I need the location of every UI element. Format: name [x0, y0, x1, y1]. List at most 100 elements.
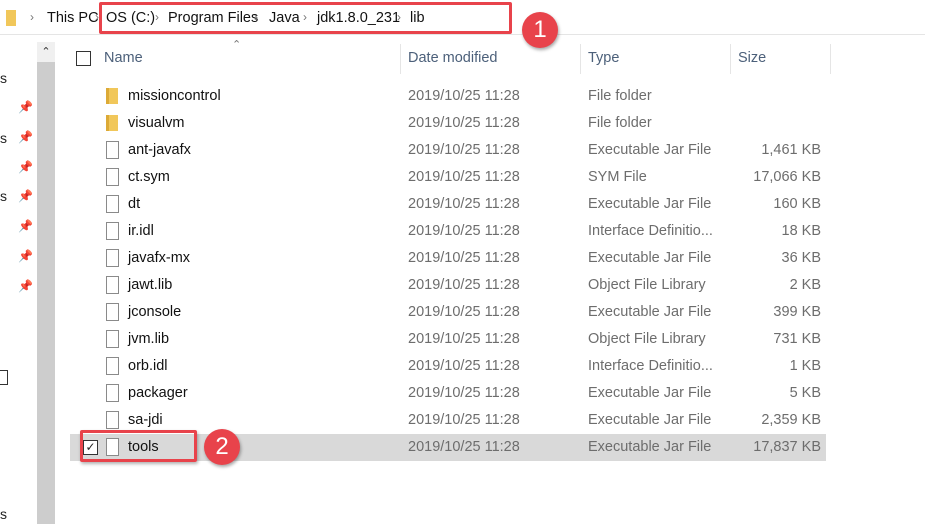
column-divider[interactable] [830, 44, 831, 74]
column-divider[interactable] [400, 44, 401, 74]
file-icon [106, 249, 119, 267]
file-size: 160 KB [773, 196, 821, 212]
nav-item-fragment[interactable]: s [0, 70, 7, 86]
highlight-box-path [99, 2, 512, 34]
pin-icon[interactable]: 📌 [18, 279, 33, 293]
file-type: Executable Jar File [588, 250, 712, 266]
pin-icon[interactable]: 📌 [18, 160, 33, 174]
file-icon [106, 357, 119, 375]
file-name: orb.idl [128, 358, 168, 374]
nav-item-fragment[interactable]: s [0, 506, 7, 522]
file-size: 399 KB [773, 304, 821, 320]
file-type: Interface Definitio... [588, 223, 713, 239]
file-row[interactable]: ir.idl 2019/10/25 11:28 Interface Definiti… [70, 218, 826, 245]
file-row[interactable]: ant-javafx 2019/10/25 11:28 Executable Jar… [70, 137, 826, 164]
file-row[interactable]: missioncontrol 2019/10/25 11:28 File folde… [70, 83, 826, 110]
file-type: Executable Jar File [588, 439, 712, 455]
nav-item-fragment[interactable]: s [0, 188, 7, 204]
file-date: 2019/10/25 11:28 [408, 196, 520, 212]
file-row[interactable]: jconsole 2019/10/25 11:28 Executable Jar F… [70, 299, 826, 326]
nav-item-fragment[interactable]: s [0, 130, 7, 146]
column-divider[interactable] [580, 44, 581, 74]
file-name: jawt.lib [128, 277, 173, 293]
file-type: File folder [588, 115, 652, 131]
nav-item-checkbox[interactable] [0, 370, 8, 385]
pin-icon[interactable]: 📌 [18, 219, 33, 233]
file-row[interactable]: jawt.lib 2019/10/25 11:28 Object File Libr… [70, 272, 826, 299]
nav-pane-scrollbar[interactable] [37, 42, 55, 524]
file-icon [106, 168, 119, 186]
column-header-name[interactable]: Name [104, 50, 143, 66]
file-row[interactable]: visualvm 2019/10/25 11:28 File folder [70, 110, 826, 137]
file-name: ant-javafx [128, 142, 191, 158]
file-row[interactable]: jvm.lib 2019/10/25 11:28 Object File Libra… [70, 326, 826, 353]
chevron-right-icon: › [30, 10, 34, 24]
file-name: missioncontrol [128, 88, 221, 104]
annotation-badge-1: 1 [522, 12, 558, 48]
file-type: Executable Jar File [588, 385, 712, 401]
file-type: SYM File [588, 169, 647, 185]
column-header-size[interactable]: Size [738, 50, 766, 66]
file-icon [106, 141, 119, 159]
file-row[interactable]: orb.idl 2019/10/25 11:28 Interface Definit… [70, 353, 826, 380]
file-name: ir.idl [128, 223, 154, 239]
file-size: 36 KB [781, 250, 822, 266]
pin-icon[interactable]: 📌 [18, 130, 33, 144]
column-header-type[interactable]: Type [588, 50, 619, 66]
file-size: 17,837 KB [753, 439, 821, 455]
file-date: 2019/10/25 11:28 [408, 88, 520, 104]
file-size: 731 KB [773, 331, 821, 347]
file-row[interactable]: ct.sym 2019/10/25 11:28 SYM File 17,066 KB [70, 164, 826, 191]
file-size: 1 KB [789, 358, 821, 374]
sort-ascending-icon: ⌃ [232, 39, 242, 51]
pin-icon[interactable]: 📌 [18, 249, 33, 263]
file-type: Executable Jar File [588, 304, 712, 320]
file-name: packager [128, 385, 188, 401]
file-row[interactable]: dt 2019/10/25 11:28 Executable Jar File 160… [70, 191, 826, 218]
folder-icon [6, 10, 16, 26]
file-date: 2019/10/25 11:28 [408, 304, 520, 320]
file-date: 2019/10/25 11:28 [408, 439, 520, 455]
column-header-date[interactable]: Date modified [408, 50, 497, 66]
file-row[interactable]: javafx-mx 2019/10/25 11:28 Executable Jar … [70, 245, 826, 272]
file-date: 2019/10/25 11:28 [408, 250, 520, 266]
file-size: 2 KB [789, 277, 821, 293]
file-type: Object File Library [588, 331, 706, 347]
breadcrumb-this-pc[interactable]: This PC [47, 10, 99, 26]
file-type: Object File Library [588, 277, 706, 293]
file-size: 17,066 KB [753, 169, 821, 185]
file-date: 2019/10/25 11:28 [408, 331, 520, 347]
file-name: sa-jdi [128, 412, 163, 428]
pin-icon[interactable]: 📌 [18, 100, 33, 114]
column-divider[interactable] [730, 44, 731, 74]
file-type: File folder [588, 88, 652, 104]
file-row[interactable]: packager 2019/10/25 11:28 Executable Jar F… [70, 380, 826, 407]
file-date: 2019/10/25 11:28 [408, 358, 520, 374]
select-all-checkbox[interactable] [76, 51, 91, 66]
folder-icon [106, 88, 118, 104]
file-icon [106, 330, 119, 348]
file-icon [106, 195, 119, 213]
file-size: 18 KB [781, 223, 822, 239]
pin-icon[interactable]: 📌 [18, 189, 33, 203]
annotation-badge-2: 2 [204, 429, 240, 465]
file-size: 2,359 KB [761, 412, 821, 428]
file-name: dt [128, 196, 141, 212]
file-name: jvm.lib [128, 331, 170, 347]
file-type: Executable Jar File [588, 196, 712, 212]
highlight-box-tools [80, 430, 197, 462]
file-icon [106, 384, 119, 402]
file-icon [106, 222, 119, 240]
file-size: 1,461 KB [761, 142, 821, 158]
file-date: 2019/10/25 11:28 [408, 385, 520, 401]
file-date: 2019/10/25 11:28 [408, 277, 520, 293]
file-date: 2019/10/25 11:28 [408, 223, 520, 239]
file-date: 2019/10/25 11:28 [408, 115, 520, 131]
file-icon [106, 303, 119, 321]
file-name: visualvm [128, 115, 185, 131]
file-name: ct.sym [128, 169, 170, 185]
scroll-up-arrow[interactable]: ⌃ [37, 42, 55, 62]
file-type: Executable Jar File [588, 142, 712, 158]
file-name: jconsole [128, 304, 182, 320]
file-name: javafx-mx [128, 250, 191, 266]
